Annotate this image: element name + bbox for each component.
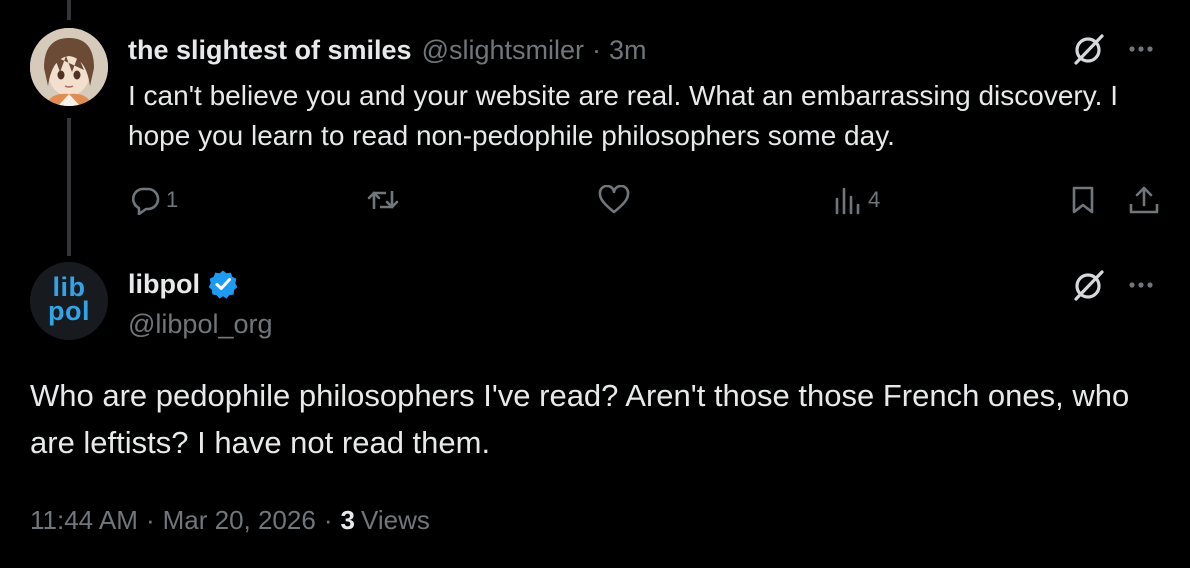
tweet-meta: 11:44 AM · Mar 20, 2026 · 3 Views — [30, 500, 430, 540]
reply-button[interactable]: 1 — [130, 180, 178, 220]
views-count: 4 — [868, 187, 881, 212]
share-button[interactable] — [1128, 180, 1160, 220]
reply-count: 1 — [166, 187, 179, 212]
reply-header: the slightest of smiles @slightsmiler · … — [128, 30, 647, 70]
separator-dot: · — [592, 34, 602, 65]
avatar[interactable] — [30, 28, 108, 106]
bookmark-icon — [1070, 185, 1096, 215]
bookmark-button[interactable] — [1070, 180, 1096, 220]
grok-icon[interactable] — [1072, 268, 1106, 302]
views-icon — [834, 185, 862, 215]
avatar[interactable]: lib pol — [30, 262, 108, 340]
views-button[interactable]: 4 — [834, 180, 880, 220]
user-handle[interactable]: @slightsmiler — [422, 35, 584, 66]
separator-dot: · — [145, 504, 155, 535]
user-handle[interactable]: @libpol_org — [128, 304, 273, 344]
anime-avatar-image — [30, 28, 108, 106]
main-top-icons — [1072, 268, 1154, 302]
reply-top-icons — [1072, 32, 1154, 66]
separator-dot: · — [323, 504, 333, 535]
timestamp[interactable]: 3m — [609, 35, 647, 66]
like-icon — [598, 185, 630, 215]
repost-button[interactable] — [366, 180, 406, 220]
verified-badge-icon[interactable] — [208, 269, 238, 299]
tweet-time[interactable]: 11:44 AM — [30, 505, 138, 536]
main-header: libpol — [128, 264, 238, 304]
grok-icon[interactable] — [1072, 32, 1106, 66]
tweet-date[interactable]: Mar 20, 2026 — [163, 505, 316, 536]
reply-action-bar: 1 4 — [128, 180, 1168, 220]
main-tweet-text: Who are pedophile philosophers I've read… — [30, 378, 1130, 460]
libpol-logo: lib pol — [48, 272, 90, 326]
tweet-thread: the slightest of smiles @slightsmiler · … — [0, 0, 1190, 568]
views-label: Views — [360, 504, 430, 535]
display-name[interactable]: libpol — [128, 269, 200, 300]
like-button[interactable] — [598, 180, 636, 220]
display-name[interactable]: the slightest of smiles — [128, 35, 412, 66]
repost-icon — [366, 185, 400, 215]
more-icon[interactable] — [1128, 281, 1154, 289]
reply-text: I can't believe you and your website are… — [128, 80, 1118, 151]
more-icon[interactable] — [1128, 45, 1154, 53]
share-icon — [1128, 185, 1160, 215]
thread-line — [67, 118, 71, 256]
thread-line — [67, 0, 71, 20]
reply-icon — [130, 185, 160, 215]
views-count: 3 — [340, 504, 355, 535]
